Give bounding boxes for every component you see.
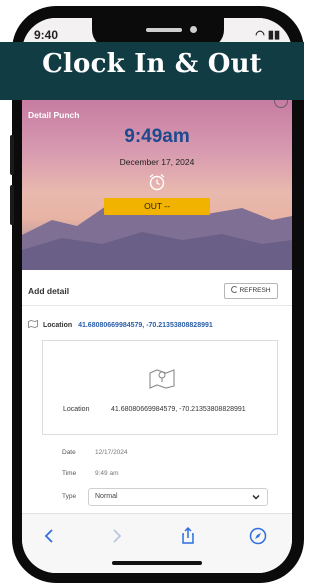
detail-header: Add detail REFRESH <box>22 276 292 306</box>
punch-date: December 17, 2024 <box>119 157 195 167</box>
title-banner: Clock In & Out <box>0 42 304 100</box>
browser-toolbar <box>22 513 292 573</box>
chevron-down-icon <box>252 495 260 500</box>
alarm-clock-icon <box>149 173 165 191</box>
location-map-card[interactable]: Location 41.68080669984579, -70.21353808… <box>42 340 278 435</box>
date-label: Date <box>62 449 76 456</box>
phone-side-button <box>10 135 14 175</box>
location-value[interactable]: 41.68080669984579, -70.21353808828991 <box>78 322 213 329</box>
refresh-label: REFRESH <box>239 287 271 294</box>
add-detail-title: Add detail <box>28 286 70 296</box>
camera-dot <box>190 26 197 33</box>
home-indicator <box>112 561 202 565</box>
chevron-right-icon[interactable] <box>106 526 126 546</box>
map-icon <box>28 320 38 328</box>
chevron-left-icon[interactable] <box>40 526 60 546</box>
refresh-button[interactable]: REFRESH <box>224 283 278 299</box>
punch-hero: Detail Punch 9:49am December 17, 2024 OU… <box>22 94 292 270</box>
location-row: Location 41.68080669984579, -70.21353808… <box>28 320 288 332</box>
type-label: Type <box>62 493 77 500</box>
banner-title: Clock In & Out <box>42 49 262 79</box>
punch-time: 9:49am <box>124 126 190 147</box>
status-indicators: ◠ ▮▮ <box>255 29 280 41</box>
status-time: 9:40 <box>34 28 59 42</box>
refresh-icon <box>231 286 239 293</box>
date-value: 12/17/2024 <box>95 449 128 456</box>
share-icon[interactable] <box>178 526 198 546</box>
type-value: Normal <box>95 493 118 500</box>
time-row: Time 9:49 am <box>62 470 282 482</box>
mountain-background <box>22 198 292 270</box>
time-value: 9:49 am <box>95 470 119 477</box>
phone-screen: 9:40 ◠ ▮▮ Detail Punch 9:49am December 1… <box>22 18 292 573</box>
phone-side-button <box>10 185 14 225</box>
map-location-value: 41.68080669984579, -70.21353808828991 <box>111 406 246 413</box>
out-button[interactable]: OUT -- <box>104 198 210 215</box>
map-pin-icon <box>149 369 175 389</box>
time-label: Time <box>62 470 77 477</box>
speaker-pill <box>146 28 182 32</box>
type-select[interactable]: Normal <box>88 488 268 506</box>
map-location-label: Location <box>63 406 90 413</box>
location-label: Location <box>42 322 73 329</box>
hero-label: Detail Punch <box>28 110 80 120</box>
compass-icon[interactable] <box>248 526 268 546</box>
date-row: Date 12/17/2024 <box>62 449 282 461</box>
